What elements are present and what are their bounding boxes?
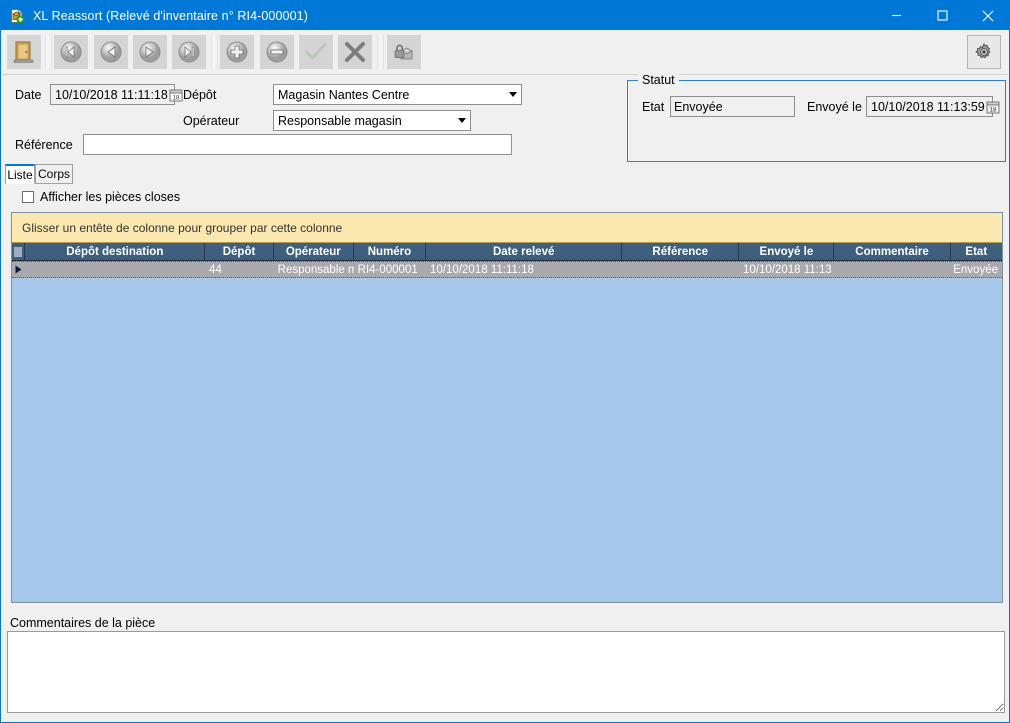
statut-group: Statut Etat Envoyée Envoyé le 10/10/2018… xyxy=(627,80,1006,162)
calendar-icon[interactable]: 18 xyxy=(168,87,184,103)
operateur-select[interactable]: Responsable magasin xyxy=(273,110,471,131)
show-closed-checkbox-row[interactable]: Afficher les pièces closes xyxy=(22,190,180,204)
col-header-envoye-le[interactable]: Envoyé le xyxy=(739,243,834,260)
col-header-depot-destination[interactable]: Dépôt destination xyxy=(25,243,205,260)
app-icon xyxy=(9,8,25,24)
svg-text:18: 18 xyxy=(173,95,180,101)
lock-package-icon xyxy=(391,39,417,65)
close-button[interactable] xyxy=(965,1,1010,30)
col-header-date-releve[interactable]: Date relevé xyxy=(426,243,622,260)
calendar-icon[interactable]: 18 xyxy=(985,99,1001,115)
minimize-button[interactable] xyxy=(873,1,919,30)
row-selector-indicator[interactable] xyxy=(12,262,25,277)
col-header-etat[interactable]: Etat xyxy=(951,243,1002,260)
gear-icon xyxy=(974,41,994,63)
close-document-button[interactable] xyxy=(387,35,421,69)
tab-liste[interactable]: Liste xyxy=(5,164,35,184)
envoye-le-field[interactable]: 10/10/2018 11:13:59 18 xyxy=(866,96,993,117)
envoye-le-label: Envoyé le xyxy=(807,100,862,114)
envoye-le-value: 10/10/2018 11:13:59 xyxy=(867,100,985,114)
cell-reference xyxy=(622,262,739,277)
cell-date-releve: 10/10/2018 11:11:18 xyxy=(426,262,622,277)
pieces-grid[interactable]: Glisser un entête de colonne pour groupe… xyxy=(11,212,1003,603)
remove-record-button[interactable] xyxy=(260,35,294,69)
comments-textarea[interactable] xyxy=(7,631,1005,713)
etat-value: Envoyée xyxy=(674,98,723,116)
show-closed-checkbox[interactable] xyxy=(22,191,34,203)
operateur-label: Opérateur xyxy=(183,114,239,128)
exit-door-button[interactable] xyxy=(7,35,41,69)
last-record-icon xyxy=(176,39,202,65)
svg-text:18: 18 xyxy=(989,107,996,113)
operateur-value: Responsable magasin xyxy=(274,114,453,128)
title-bar: XL Reassort (Relevé d'inventaire n° RI4-… xyxy=(1,1,1010,30)
toolbar-separator-2 xyxy=(211,35,218,69)
reference-input[interactable] xyxy=(83,134,512,155)
cell-depot: 44 xyxy=(205,262,274,277)
chevron-down-icon[interactable] xyxy=(453,111,470,130)
col-header-numero[interactable]: Numéro xyxy=(354,243,426,260)
window-title: XL Reassort (Relevé d'inventaire n° RI4-… xyxy=(33,9,308,23)
table-row[interactable]: 44 Responsable maga RI4-000001 10/10/201… xyxy=(12,261,1002,278)
col-header-depot[interactable]: Dépôt xyxy=(205,243,274,260)
depot-value: Magasin Nantes Centre xyxy=(274,88,504,102)
toolbar xyxy=(2,30,1010,75)
grid-header-row: Dépôt destination Dépôt Opérateur Numéro… xyxy=(12,243,1002,261)
row-indicator-header[interactable] xyxy=(12,243,25,260)
maximize-button[interactable] xyxy=(919,1,965,30)
toolbar-separator-3 xyxy=(377,35,384,69)
tab-liste-label: Liste xyxy=(7,168,32,182)
cell-envoye-le: 10/10/2018 11:13 xyxy=(739,262,834,277)
status-bar xyxy=(2,715,1010,723)
tab-strip: Liste Corps xyxy=(2,164,1010,185)
show-closed-label: Afficher les pièces closes xyxy=(40,190,180,204)
date-value: 10/10/2018 11:11:18 xyxy=(51,88,168,102)
cell-etat: Envoyée xyxy=(950,262,1002,277)
exit-door-icon xyxy=(11,39,37,65)
cancel-button[interactable] xyxy=(338,35,372,69)
header-form: Date 10/10/2018 11:11:18 18 Dépôt Magasi… xyxy=(2,75,1010,165)
first-record-icon xyxy=(58,39,84,65)
add-icon xyxy=(224,39,250,65)
depot-label: Dépôt xyxy=(183,88,216,102)
remove-icon xyxy=(264,39,290,65)
statut-group-title: Statut xyxy=(638,73,679,87)
col-header-commentaire[interactable]: Commentaire xyxy=(834,243,950,260)
etat-label: Etat xyxy=(642,100,664,114)
date-label: Date xyxy=(15,88,41,102)
previous-record-icon xyxy=(98,39,124,65)
comments-label: Commentaires de la pièce xyxy=(10,616,155,630)
cell-operateur: Responsable maga xyxy=(274,262,354,277)
first-record-button[interactable] xyxy=(54,35,88,69)
next-record-button[interactable] xyxy=(133,35,167,69)
toolbar-separator-1 xyxy=(45,35,52,69)
depot-select[interactable]: Magasin Nantes Centre xyxy=(273,84,522,105)
add-record-button[interactable] xyxy=(220,35,254,69)
validate-button[interactable] xyxy=(299,35,333,69)
col-header-reference[interactable]: Référence xyxy=(622,243,739,260)
application-window: XL Reassort (Relevé d'inventaire n° RI4-… xyxy=(0,0,1010,723)
group-by-drop-area[interactable]: Glisser un entête de colonne pour groupe… xyxy=(12,213,1002,243)
cell-depot-destination xyxy=(25,262,205,277)
group-by-hint: Glisser un entête de colonne pour groupe… xyxy=(12,221,342,235)
window-controls xyxy=(873,1,1010,30)
validate-check-icon xyxy=(303,39,329,65)
etat-field: Envoyée xyxy=(670,96,795,117)
last-record-button[interactable] xyxy=(172,35,206,69)
tab-corps-label: Corps xyxy=(38,167,70,181)
tab-corps[interactable]: Corps xyxy=(35,164,73,184)
cell-numero: RI4-000001 xyxy=(354,262,426,277)
cell-commentaire xyxy=(834,262,950,277)
previous-record-button[interactable] xyxy=(94,35,128,69)
tab-page-liste: Afficher les pièces closes Glisser un en… xyxy=(2,184,1010,611)
col-header-operateur[interactable]: Opérateur xyxy=(274,243,354,260)
reference-label: Référence xyxy=(15,138,73,152)
date-field[interactable]: 10/10/2018 11:11:18 18 xyxy=(50,84,175,105)
next-record-icon xyxy=(137,39,163,65)
cancel-cross-icon xyxy=(342,39,368,65)
chevron-down-icon[interactable] xyxy=(504,85,521,104)
settings-button[interactable] xyxy=(967,35,1001,69)
